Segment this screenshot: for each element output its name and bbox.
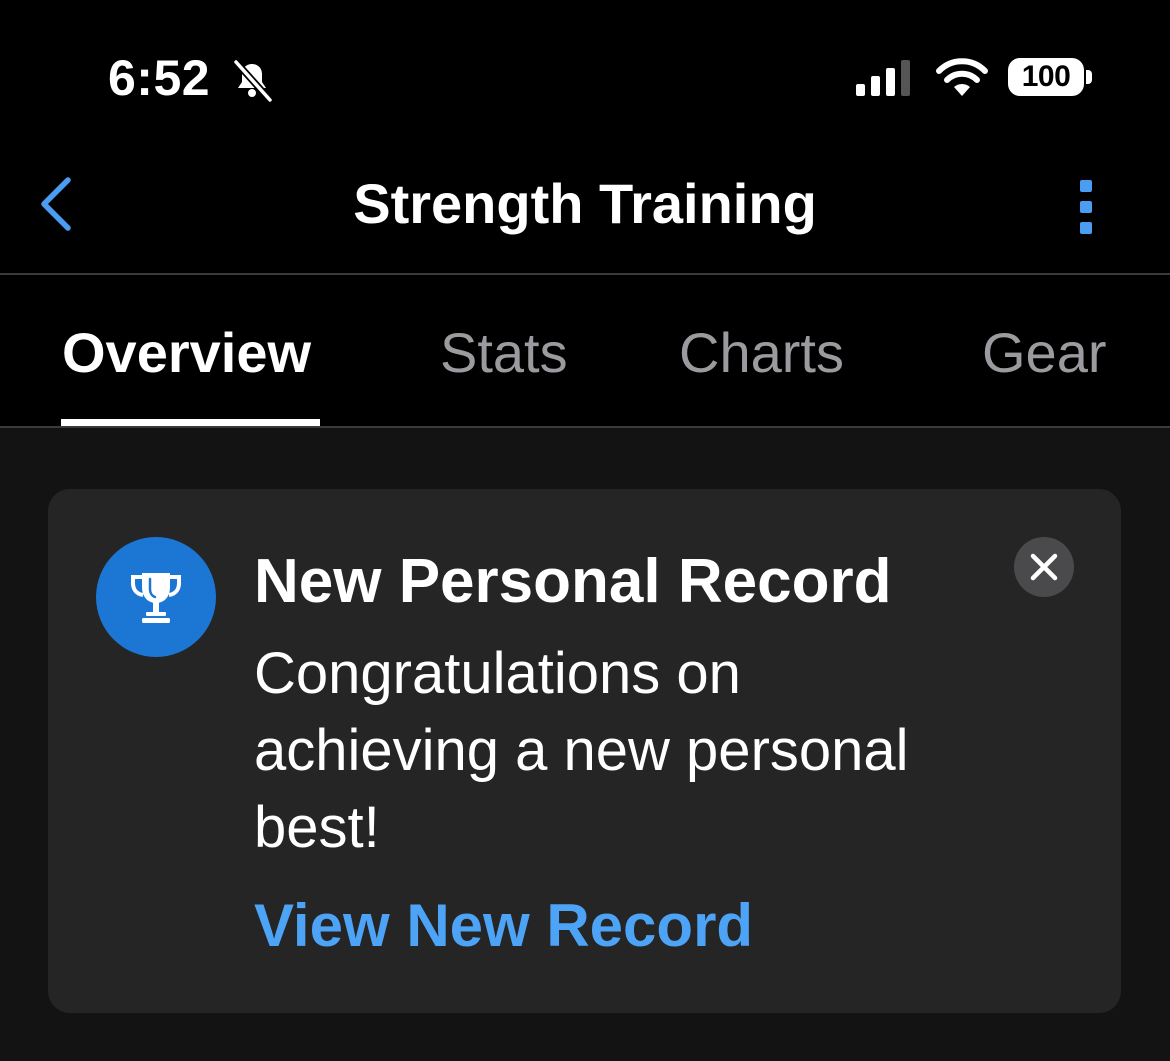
status-time: 6:52 (108, 50, 211, 106)
main-content: New Personal Record Congratulations on a… (0, 428, 1170, 1061)
battery-level: 100 (1021, 60, 1071, 93)
wifi-icon (936, 58, 988, 96)
nav-bar: Strength Training (0, 150, 1170, 275)
card-message: Congratulations on achieving a new perso… (254, 641, 909, 860)
cellular-signal-icon (856, 60, 910, 96)
more-dot (1080, 180, 1092, 192)
view-new-record-link[interactable]: View New Record (254, 891, 753, 961)
page-title: Strength Training (353, 172, 817, 235)
battery-nub (1086, 70, 1092, 84)
trophy-icon (131, 573, 181, 623)
card-title: New Personal Record (254, 547, 892, 616)
tab-stats[interactable]: Stats (440, 321, 568, 385)
more-dot (1080, 222, 1092, 234)
more-vertical-icon[interactable] (1066, 180, 1106, 236)
trophy-badge (96, 537, 216, 657)
active-tab-indicator (61, 419, 320, 426)
tab-overview[interactable]: Overview (62, 321, 311, 385)
close-icon (1030, 553, 1058, 581)
more-dot (1080, 201, 1092, 213)
tab-bar: Overview Stats Charts Gear (0, 275, 1170, 428)
personal-record-card: New Personal Record Congratulations on a… (48, 489, 1121, 1013)
tab-charts[interactable]: Charts (679, 321, 844, 385)
bell-slash-icon (233, 59, 273, 103)
close-button[interactable] (1014, 537, 1074, 597)
status-bar: 6:52 100 (0, 0, 1170, 150)
battery-icon: 100 (1008, 58, 1084, 96)
tab-gear[interactable]: Gear (982, 321, 1107, 385)
